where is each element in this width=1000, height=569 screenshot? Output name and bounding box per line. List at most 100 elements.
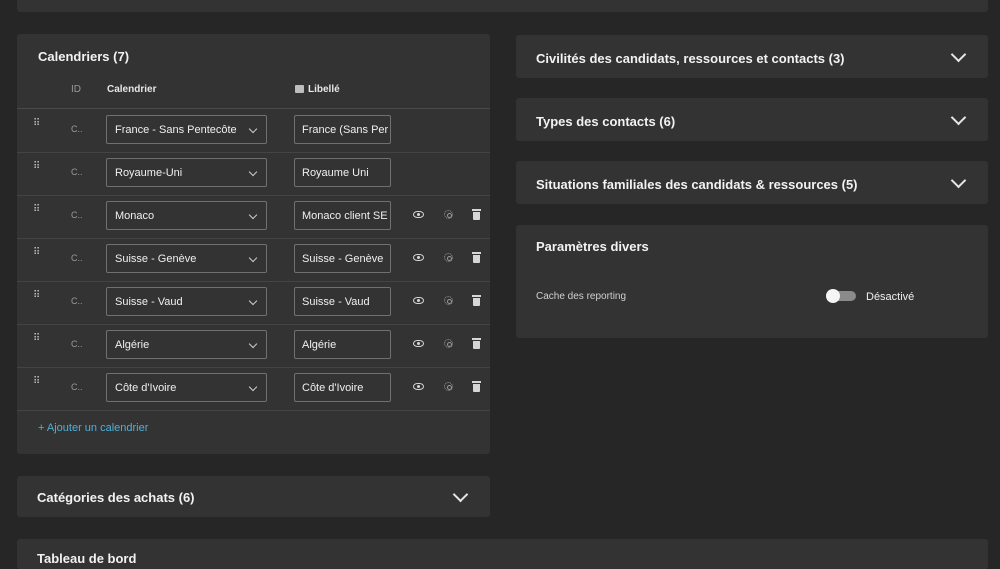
chevron-down-icon: [248, 210, 258, 220]
calendrier-row: ⠿ C.. Algérie Algérie: [17, 324, 490, 368]
chevron-down-icon[interactable]: [950, 172, 967, 189]
calendriers-title: Calendriers (7): [38, 49, 130, 64]
add-calendrier-link[interactable]: + Ajouter un calendrier: [38, 422, 148, 434]
column-libelle-label: Libellé: [308, 84, 340, 95]
calendrier-select[interactable]: Suisse - Genève: [106, 244, 267, 273]
calendrier-select-value: France - Sans Pentecôte: [115, 124, 237, 136]
libelle-input[interactable]: Royaume Uni: [294, 158, 391, 187]
calendrier-select-value: Algérie: [115, 339, 150, 351]
calendriers-table-header: ID Calendrier Libellé: [17, 82, 490, 109]
calendrier-row: ⠿ C.. France - Sans Pentecôte France (Sans …: [17, 109, 490, 153]
situations-familiales-accordion[interactable]: Situations familiales des candidats & re…: [516, 161, 988, 204]
chevron-down-icon[interactable]: [950, 46, 967, 63]
row-id: C..: [71, 210, 83, 220]
libelle-input[interactable]: Monaco client SE: [294, 201, 391, 230]
calendrier-select[interactable]: Suisse - Vaud: [106, 287, 267, 316]
chevron-down-icon: [248, 124, 258, 134]
eye-icon[interactable]: [413, 338, 425, 350]
libelle-input[interactable]: Suisse - Vaud: [294, 287, 391, 316]
trash-icon[interactable]: [471, 209, 483, 221]
calendrier-select[interactable]: Monaco: [106, 201, 267, 230]
chevron-down-icon: [248, 339, 258, 349]
calendriers-panel: Calendriers (7) ID Calendrier Libellé ⠿ C…: [17, 34, 490, 454]
calendrier-select-value: Suisse - Genève: [115, 253, 197, 265]
libelle-input[interactable]: Suisse - Genève: [294, 244, 391, 273]
column-calendrier: Calendrier: [107, 84, 157, 95]
drag-handle-icon[interactable]: ⠿: [33, 334, 41, 349]
row-id: C..: [71, 167, 83, 177]
types-contacts-accordion[interactable]: Types des contacts (6): [516, 98, 988, 141]
calendrier-select-value: Monaco: [115, 210, 155, 222]
calendrier-select[interactable]: Royaume-Uni: [106, 158, 267, 187]
toggle-state-label: Désactivé: [866, 291, 915, 303]
calendrier-row: ⠿ C.. Monaco Monaco client SE: [17, 195, 490, 239]
gear-icon[interactable]: [443, 381, 455, 393]
types-contacts-title: Types des contacts (6): [536, 114, 676, 129]
eye-icon[interactable]: [413, 209, 425, 221]
tableau-de-bord-title: Tableau de bord: [37, 551, 137, 566]
libelle-input-value: Suisse - Genève: [302, 253, 384, 265]
trash-icon[interactable]: [471, 381, 483, 393]
chevron-down-icon: [248, 296, 258, 306]
libelle-input-value: Monaco client SE: [302, 210, 388, 222]
libelle-input[interactable]: France (Sans Per: [294, 115, 391, 144]
calendrier-select-value: Côte d'Ivoire: [115, 382, 177, 394]
toggle-knob[interactable]: [826, 289, 840, 303]
book-icon: [295, 85, 304, 93]
calendrier-select-value: Royaume-Uni: [115, 167, 183, 179]
cache-reporting-label: Cache des reporting: [536, 291, 627, 302]
libelle-input[interactable]: Côte d'Ivoire: [294, 373, 391, 402]
row-id: C..: [71, 296, 83, 306]
drag-handle-icon[interactable]: ⠿: [33, 119, 41, 134]
chevron-down-icon[interactable]: [452, 486, 469, 503]
drag-handle-icon[interactable]: ⠿: [33, 291, 41, 306]
row-id: C..: [71, 253, 83, 263]
row-id: C..: [71, 382, 83, 392]
libelle-input-value: Algérie: [302, 339, 337, 351]
civilites-accordion[interactable]: Civilités des candidats, ressources et c…: [516, 35, 988, 78]
libelle-input[interactable]: Algérie: [294, 330, 391, 359]
row-id: C..: [71, 124, 83, 134]
trash-icon[interactable]: [471, 252, 483, 264]
tableau-de-bord-panel: Tableau de bord: [17, 539, 988, 569]
calendrier-row: ⠿ C.. Côte d'Ivoire Côte d'Ivoire: [17, 367, 490, 411]
gear-icon[interactable]: [443, 252, 455, 264]
parametres-divers-title: Paramètres divers: [536, 239, 649, 254]
gear-icon[interactable]: [443, 295, 455, 307]
cache-reporting-toggle[interactable]: [826, 289, 856, 303]
categories-achats-accordion[interactable]: Catégories des achats (6): [17, 476, 490, 517]
civilites-title: Civilités des candidats, ressources et c…: [536, 51, 845, 66]
gear-icon[interactable]: [443, 209, 455, 221]
calendrier-select[interactable]: France - Sans Pentecôte: [106, 115, 267, 144]
chevron-down-icon: [248, 167, 258, 177]
column-id: ID: [71, 84, 81, 95]
drag-handle-icon[interactable]: ⠿: [33, 377, 41, 392]
libelle-input-value: Suisse - Vaud: [302, 296, 370, 308]
trash-icon[interactable]: [471, 338, 483, 350]
eye-icon[interactable]: [413, 381, 425, 393]
libelle-input-value: France (Sans Per: [302, 124, 389, 136]
calendrier-select[interactable]: Côte d'Ivoire: [106, 373, 267, 402]
chevron-down-icon: [248, 253, 258, 263]
column-libelle: Libellé: [295, 84, 340, 95]
libelle-input-value: Royaume Uni: [302, 167, 369, 179]
drag-handle-icon[interactable]: ⠿: [33, 248, 41, 263]
eye-icon[interactable]: [413, 295, 425, 307]
top-panel: [17, 0, 988, 12]
row-id: C..: [71, 339, 83, 349]
calendrier-select[interactable]: Algérie: [106, 330, 267, 359]
calendrier-row: ⠿ C.. Suisse - Genève Suisse - Genève: [17, 238, 490, 282]
drag-handle-icon[interactable]: ⠿: [33, 205, 41, 220]
eye-icon[interactable]: [413, 252, 425, 264]
trash-icon[interactable]: [471, 295, 483, 307]
gear-icon[interactable]: [443, 338, 455, 350]
calendrier-row: ⠿ C.. Royaume-Uni Royaume Uni: [17, 152, 490, 196]
calendrier-select-value: Suisse - Vaud: [115, 296, 183, 308]
drag-handle-icon[interactable]: ⠿: [33, 162, 41, 177]
libelle-input-value: Côte d'Ivoire: [302, 382, 364, 394]
calendrier-row: ⠿ C.. Suisse - Vaud Suisse - Vaud: [17, 281, 490, 325]
situations-title: Situations familiales des candidats & re…: [536, 177, 858, 192]
chevron-down-icon: [248, 382, 258, 392]
chevron-down-icon[interactable]: [950, 109, 967, 126]
parametres-divers-panel: Paramètres divers Cache des reporting Dé…: [516, 225, 988, 338]
